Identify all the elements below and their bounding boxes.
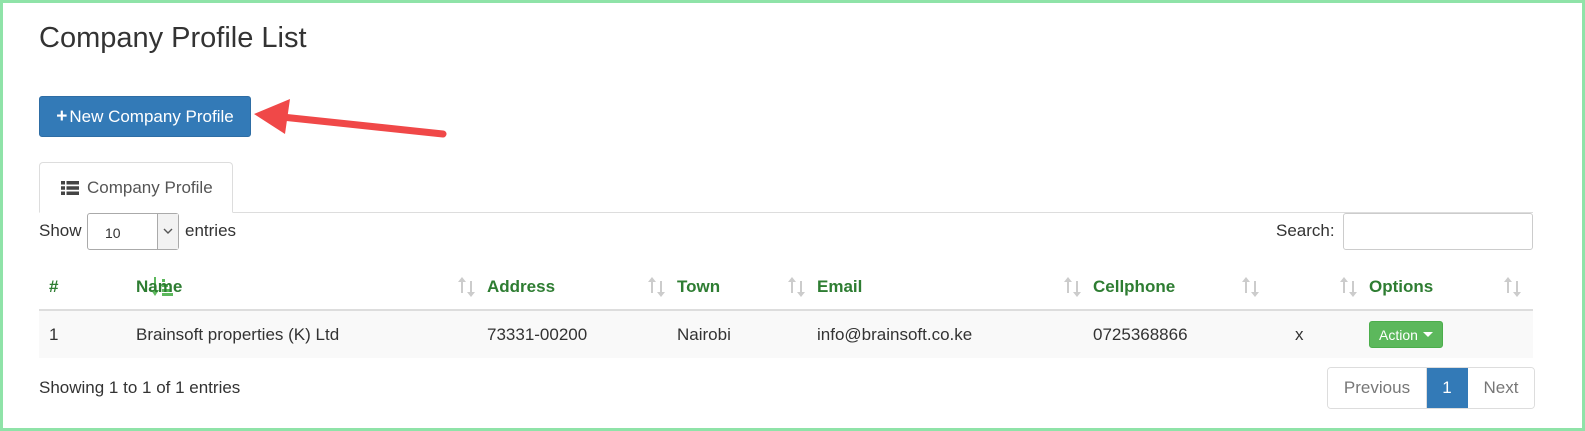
- column-header-name[interactable]: Name: [136, 264, 487, 311]
- show-label: Show: [39, 221, 82, 240]
- sort-icon: [1340, 277, 1357, 297]
- cell-options: Action: [1369, 310, 1533, 358]
- cell-cellphone: 0725368866: [1093, 310, 1271, 358]
- column-header-blank[interactable]: [1271, 264, 1369, 311]
- tab-label: Company Profile: [87, 177, 213, 197]
- column-header-address[interactable]: Address: [487, 264, 677, 311]
- cell-blank: [90, 310, 136, 358]
- sort-icon: [458, 277, 475, 297]
- column-header-options[interactable]: Options: [1369, 264, 1533, 311]
- table-info: Showing 1 to 1 of 1 entries: [39, 378, 241, 397]
- page-title: Company Profile List: [39, 22, 307, 54]
- entries-label: entries: [185, 221, 237, 240]
- search-input[interactable]: [1343, 213, 1533, 250]
- table-header-row: # Name Address Town Email Cellphone Opti…: [39, 264, 1533, 311]
- company-profile-table: # Name Address Town Email Cellphone Opti…: [39, 264, 1533, 358]
- column-header-email[interactable]: Email: [817, 264, 1093, 311]
- pagination-page-1[interactable]: 1: [1427, 368, 1468, 408]
- pagination-previous[interactable]: Previous: [1328, 368, 1427, 408]
- column-header-sorted[interactable]: [90, 264, 173, 311]
- cell-town: Nairobi: [677, 310, 817, 358]
- tab-company-profile[interactable]: Company Profile: [39, 162, 233, 213]
- pagination-next[interactable]: Next: [1468, 368, 1534, 408]
- cell-name: Brainsoft properties (K) Ltd: [136, 310, 487, 358]
- caret-down-icon: [1422, 332, 1433, 337]
- pagination: Previous 1 Next: [1327, 367, 1535, 409]
- cell-address: 73331-00200: [487, 310, 677, 358]
- table-row: 1 Brainsoft properties (K) Ltd 73331-002…: [39, 310, 1533, 358]
- sort-icon: [788, 277, 805, 297]
- column-header-cellphone[interactable]: Cellphone: [1093, 264, 1271, 311]
- tabs-divider: [39, 212, 1533, 213]
- entries-select[interactable]: 10: [87, 213, 179, 250]
- cell-extra: x: [1271, 310, 1369, 358]
- column-header-town[interactable]: Town: [677, 264, 817, 311]
- sort-icon: [1504, 277, 1521, 297]
- new-company-profile-label: New Company Profile: [69, 106, 234, 126]
- action-label: Action: [1379, 326, 1418, 343]
- column-header-number[interactable]: #: [39, 264, 90, 311]
- list-icon: [61, 180, 79, 195]
- sort-icon: [1064, 277, 1081, 297]
- cell-number: 1: [39, 310, 90, 358]
- chevron-down-icon[interactable]: [157, 214, 178, 249]
- new-company-profile-button[interactable]: + New Company Profile: [39, 96, 251, 137]
- search-label: Search:: [1276, 221, 1335, 240]
- plus-icon: +: [56, 105, 68, 127]
- cell-email: info@brainsoft.co.ke: [817, 310, 1093, 358]
- entries-select-value: 10: [105, 225, 121, 241]
- sort-icon: [648, 277, 665, 297]
- annotation-arrow: [254, 99, 447, 138]
- sort-icon: [1242, 277, 1259, 297]
- action-dropdown-button[interactable]: Action: [1369, 321, 1443, 348]
